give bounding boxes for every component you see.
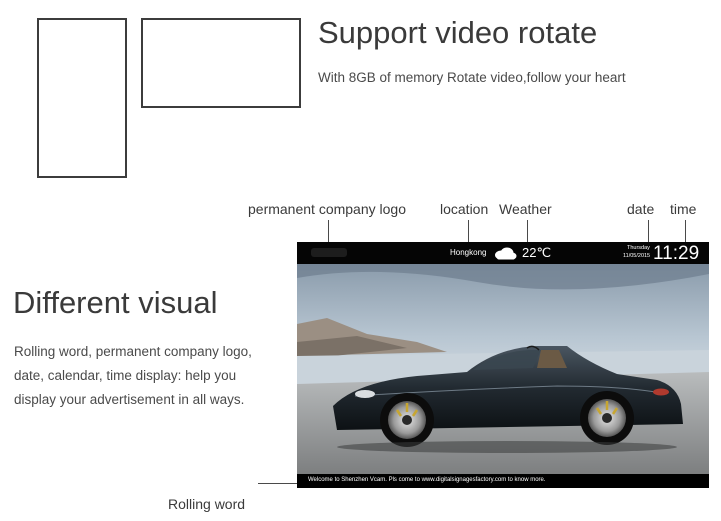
callout-logo-line [328, 220, 329, 244]
callout-logo-label: permanent company logo [248, 201, 406, 217]
callout-time-label: time [670, 201, 697, 217]
portrait-screen-outline [37, 18, 127, 178]
signage-display: Hongkong 22℃ Thursday 11/05/2015 11:29 W… [297, 242, 709, 488]
callout-time-line [685, 220, 686, 244]
date-text: 11/05/2015 [623, 253, 651, 259]
rolling-ticker-text: Welcome to Shenzhen Vcam. Pls come to ww… [308, 477, 546, 483]
landscape-screen-outline [141, 18, 301, 108]
company-logo [311, 248, 347, 257]
rolling-ticker-bar: Welcome to Shenzhen Vcam. Pls come to ww… [297, 474, 709, 488]
callout-rolling-label: Rolling word [168, 496, 246, 512]
callout-date-label: date [627, 201, 655, 217]
callout-date-line [648, 220, 649, 244]
callout-location-label: location [440, 201, 489, 217]
rotate-description: With 8GB of memory Rotate video,follow y… [318, 70, 626, 85]
callout-weather-label: Weather [499, 201, 552, 217]
visual-heading: Different visual [13, 285, 218, 320]
callout-rolling-line [258, 483, 300, 484]
car-advertisement-image [297, 264, 709, 474]
clock-time: 11:29 [653, 243, 700, 264]
weekday-text: Thursday [627, 245, 650, 251]
display-status-bar: Hongkong 22℃ Thursday 11/05/2015 11:29 [297, 242, 709, 264]
visual-description: Rolling word, permanent company logo, da… [14, 344, 252, 407]
product-feature-page: Support video rotate With 8GB of memory … [0, 0, 721, 521]
callout-location-line [468, 220, 469, 244]
rotate-heading: Support video rotate [318, 15, 598, 50]
location-text: Hongkong [450, 248, 487, 257]
callout-weather-line [527, 220, 528, 244]
temperature-text: 22℃ [522, 245, 552, 260]
cloud-icon [495, 247, 517, 260]
